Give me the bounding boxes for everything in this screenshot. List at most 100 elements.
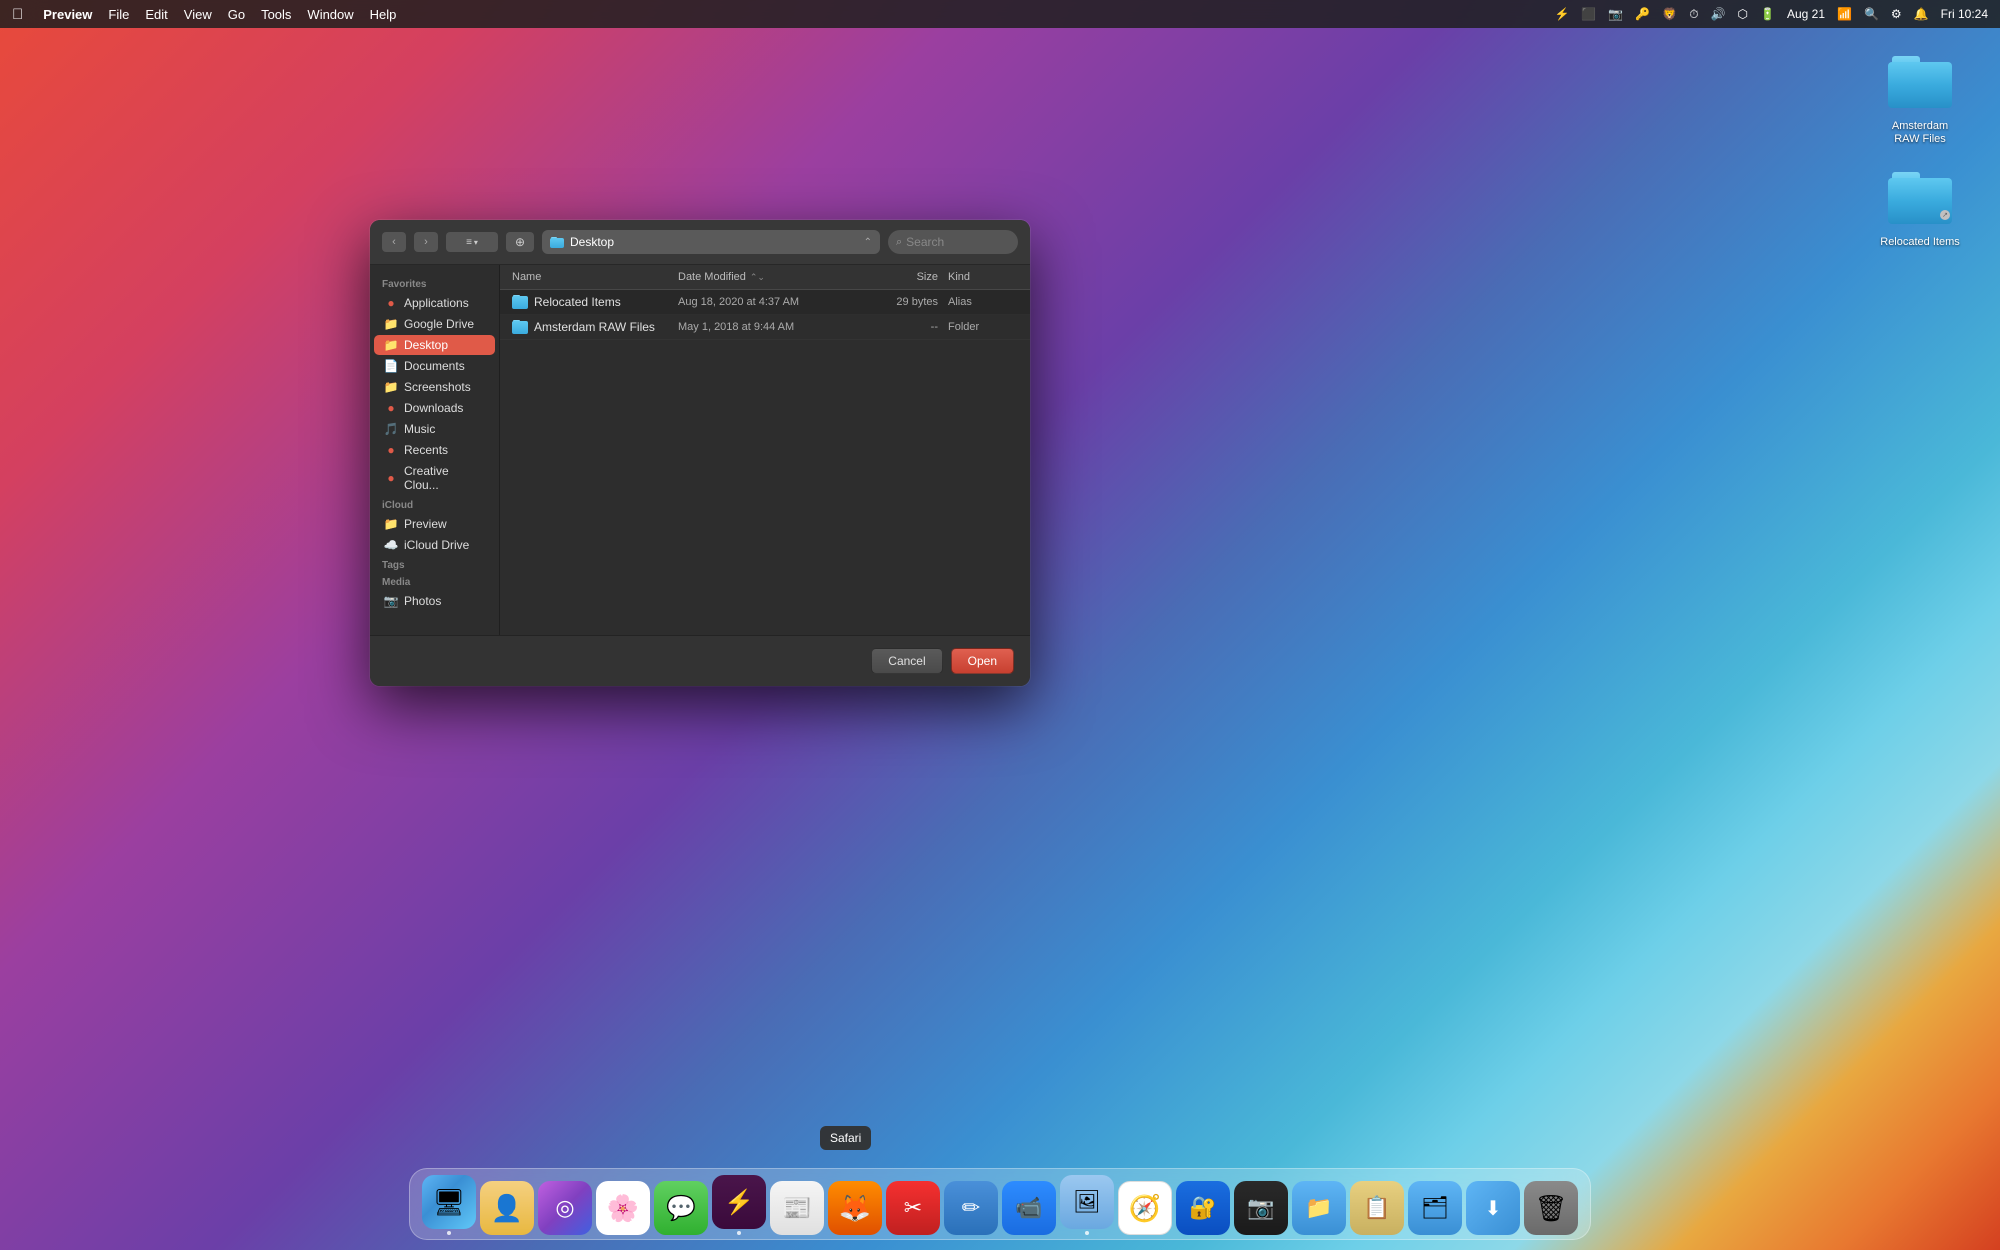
file-list-header: Name Date Modified ⌃⌄ Size Kind — [500, 265, 1030, 290]
dock-item-pockity[interactable]: ✂ — [886, 1181, 940, 1235]
dock-item-siri[interactable]: ◎ — [538, 1181, 592, 1235]
view-menu[interactable]: View — [184, 7, 212, 22]
creative-cloud-icon: ● — [384, 471, 398, 485]
edit-menu[interactable]: Edit — [145, 7, 167, 22]
dock-item-1password[interactable]: 🔐 — [1176, 1181, 1230, 1235]
dock-item-zoom[interactable]: 📹 — [1002, 1181, 1056, 1235]
list-view-icon: ≡ — [466, 237, 472, 248]
dock-item-darkroom[interactable]: 📷 — [1234, 1181, 1288, 1235]
applications-icon: ● — [384, 296, 398, 310]
documents-icon: 📄 — [384, 359, 398, 373]
sidebar-item-music[interactable]: 🎵 Music — [374, 419, 495, 439]
recents-label: Recents — [404, 443, 448, 457]
sidebar-item-preview[interactable]: 📁 Preview — [374, 514, 495, 534]
taffy-app-icon[interactable]: ✏ — [944, 1181, 998, 1235]
onepassword-app-icon[interactable]: 🔐 — [1176, 1181, 1230, 1235]
search-box[interactable]: ⌕ Search — [888, 230, 1018, 254]
siri-app-icon[interactable]: ◎ — [538, 1181, 592, 1235]
go-menu[interactable]: Go — [228, 7, 245, 22]
sidebar-item-photos[interactable]: 📷 Photos — [374, 591, 495, 611]
sidebar-item-applications[interactable]: ● Applications — [374, 293, 495, 313]
favorites-label: Favorites — [370, 275, 499, 292]
dock-item-safari[interactable]: 🧭 — [1118, 1181, 1172, 1235]
file-menu[interactable]: File — [108, 7, 129, 22]
preview-sidebar-label: Preview — [404, 517, 447, 531]
filemanager-app-icon[interactable]: 📋 — [1350, 1181, 1404, 1235]
window-menu[interactable]: Window — [307, 7, 353, 22]
dock-item-preview[interactable]: 🖼 — [1060, 1175, 1114, 1235]
sidebar-item-desktop[interactable]: 📁 Desktop — [374, 335, 495, 355]
preview-dot — [1085, 1231, 1089, 1235]
trash-app-icon[interactable]: 🗑 — [1524, 1181, 1578, 1235]
photos-icon: 📷 — [384, 594, 398, 608]
dock-item-slack[interactable]: ⚡ — [712, 1175, 766, 1235]
sidebar-item-screenshots[interactable]: 📁 Screenshots — [374, 377, 495, 397]
file-row-0[interactable]: Relocated Items Aug 18, 2020 at 4:37 AM … — [500, 290, 1030, 315]
slack-dot — [737, 1231, 741, 1235]
back-button[interactable]: ‹ — [382, 232, 406, 252]
browsefolder-app-icon[interactable]: 🗂 — [1408, 1181, 1462, 1235]
firefox-app-icon[interactable]: 🦊 — [828, 1181, 882, 1235]
dock-item-trash[interactable]: 🗑 — [1524, 1181, 1578, 1235]
contacts-app-icon[interactable]: 👤 — [480, 1181, 534, 1235]
messages-app-icon[interactable]: 💬 — [654, 1181, 708, 1235]
sidebar-item-icloud-drive[interactable]: ☁️ iCloud Drive — [374, 535, 495, 555]
open-button[interactable]: Open — [951, 648, 1014, 674]
column-size[interactable]: Size — [858, 271, 938, 283]
darkroom-app-icon[interactable]: 📷 — [1234, 1181, 1288, 1235]
downloads-icon: ● — [384, 401, 398, 415]
menubar-icon-time: ⏱ — [1689, 7, 1698, 22]
menubar-icon-search[interactable]: 🔍 — [1864, 7, 1879, 21]
desktop:  Preview File Edit View Go Tools Window… — [0, 0, 2000, 1250]
dock-item-taffy[interactable]: ✏ — [944, 1181, 998, 1235]
desktop-icon-amsterdam[interactable]: Amsterdam RAW Files — [1880, 50, 1960, 146]
app-name-menu[interactable]: Preview — [43, 7, 92, 22]
sidebar-item-google-drive[interactable]: 📁 Google Drive — [374, 314, 495, 334]
forward-button[interactable]: › — [414, 232, 438, 252]
sidebar-item-downloads[interactable]: ● Downloads — [374, 398, 495, 418]
slack-app-icon[interactable]: ⚡ — [712, 1175, 766, 1229]
column-name[interactable]: Name — [512, 271, 678, 283]
dock-item-firefox[interactable]: 🦊 — [828, 1181, 882, 1235]
sidebar-item-documents[interactable]: 📄 Documents — [374, 356, 495, 376]
location-bar[interactable]: Desktop ⌃ — [542, 230, 880, 254]
apple-menu[interactable]:  — [12, 6, 23, 23]
dock-item-downloads[interactable]: ⬇ — [1466, 1181, 1520, 1235]
screenshots-label: Screenshots — [404, 380, 471, 394]
safari-app-icon[interactable]: 🧭 — [1118, 1181, 1172, 1235]
news-app-icon[interactable]: 📰 — [770, 1181, 824, 1235]
dock-item-photos[interactable]: 🌸 — [596, 1181, 650, 1235]
files-app-icon[interactable]: 📁 — [1292, 1181, 1346, 1235]
preview-app-icon[interactable]: 🖼 — [1060, 1175, 1114, 1229]
menubar-icon-notification[interactable]: 🔔 — [1914, 7, 1929, 21]
dock-item-news[interactable]: 📰 — [770, 1181, 824, 1235]
dock-item-filemanager[interactable]: 📋 — [1350, 1181, 1404, 1235]
help-menu[interactable]: Help — [370, 7, 397, 22]
tools-menu[interactable]: Tools — [261, 7, 291, 22]
recents-icon: ● — [384, 443, 398, 457]
new-folder-button[interactable]: ⊕ — [506, 232, 534, 252]
dock-item-messages[interactable]: 💬 — [654, 1181, 708, 1235]
photos-app-icon[interactable]: 🌸 — [596, 1181, 650, 1235]
finder-app-icon[interactable]: 🖥 — [422, 1175, 476, 1229]
file-date-0: Aug 18, 2020 at 4:37 AM — [678, 296, 858, 308]
dock-item-finder[interactable]: 🖥 — [422, 1175, 476, 1235]
sidebar-item-creative-cloud[interactable]: ● Creative Clou... — [374, 461, 495, 495]
column-kind[interactable]: Kind — [938, 271, 1018, 283]
dock-item-browsefolder[interactable]: 🗂 — [1408, 1181, 1462, 1235]
search-placeholder: Search — [906, 235, 944, 249]
zoom-app-icon[interactable]: 📹 — [1002, 1181, 1056, 1235]
downloads-app-icon[interactable]: ⬇ — [1466, 1181, 1520, 1235]
column-date-modified[interactable]: Date Modified ⌃⌄ — [678, 271, 858, 283]
desktop-icon: 📁 — [384, 338, 398, 352]
desktop-icon-relocated[interactable]: ↗ Relocated Items — [1880, 166, 1960, 249]
dock-item-contacts[interactable]: 👤 — [480, 1181, 534, 1235]
google-drive-icon: 📁 — [384, 317, 398, 331]
cancel-button[interactable]: Cancel — [871, 648, 942, 674]
file-row-1[interactable]: Amsterdam RAW Files May 1, 2018 at 9:44 … — [500, 315, 1030, 340]
menubar-icon-controlcenter[interactable]: ⚙ — [1891, 7, 1902, 21]
pockity-app-icon[interactable]: ✂ — [886, 1181, 940, 1235]
dock-item-files[interactable]: 📁 — [1292, 1181, 1346, 1235]
sidebar-item-recents[interactable]: ● Recents — [374, 440, 495, 460]
view-mode-button[interactable]: ≡ ▾ — [446, 232, 498, 252]
